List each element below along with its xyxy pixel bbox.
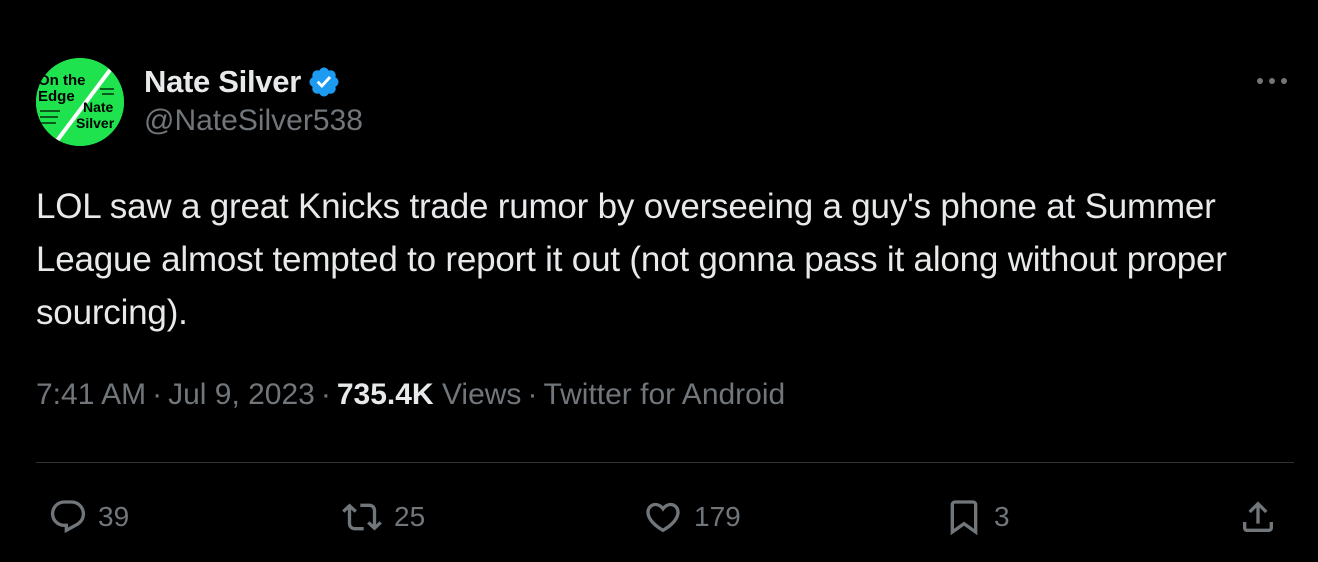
like-count: 179 bbox=[694, 501, 741, 532]
like-button[interactable]: 179 bbox=[642, 496, 741, 538]
avatar-text-on-the: On the bbox=[38, 72, 86, 89]
views-count[interactable]: 735.4K bbox=[337, 378, 434, 411]
meta-separator: · bbox=[152, 378, 163, 411]
reply-count: 39 bbox=[98, 501, 130, 532]
reply-icon bbox=[48, 497, 88, 537]
avatar-text-nate: Nate bbox=[83, 99, 114, 115]
avatar-text-edge: Edge bbox=[38, 88, 75, 105]
bookmark-count: 3 bbox=[994, 501, 1010, 532]
user-handle[interactable]: @NateSilver538 bbox=[144, 104, 363, 138]
display-name[interactable]: Nate Silver bbox=[144, 64, 301, 100]
views-label: Views bbox=[441, 378, 522, 411]
tweet-date[interactable]: Jul 9, 2023 bbox=[168, 378, 315, 411]
verified-badge-icon[interactable] bbox=[307, 65, 341, 99]
tweet-source[interactable]: Twitter for Android bbox=[543, 378, 785, 411]
tweet-time[interactable]: 7:41 AM bbox=[36, 378, 146, 411]
meta-separator: · bbox=[320, 378, 331, 411]
avatar-book-cover-icon: On the Edge Nate Silver bbox=[36, 58, 124, 146]
tweet-text: LOL saw a great Knicks trade rumor by ov… bbox=[36, 187, 1227, 332]
retweet-icon bbox=[340, 497, 384, 537]
share-button[interactable] bbox=[1238, 496, 1278, 538]
divider bbox=[36, 462, 1294, 463]
name-row: Nate Silver bbox=[144, 62, 363, 102]
meta-separator: · bbox=[527, 378, 538, 411]
avatar-text-silver: Silver bbox=[76, 115, 115, 131]
share-icon bbox=[1238, 497, 1278, 537]
reply-button[interactable]: 39 bbox=[48, 496, 129, 538]
retweet-button[interactable]: 25 bbox=[340, 496, 425, 538]
retweet-count: 25 bbox=[394, 501, 426, 532]
heart-icon bbox=[642, 497, 684, 537]
more-horizontal-icon[interactable] bbox=[1250, 66, 1294, 96]
author-block: Nate Silver @NateSilver538 bbox=[144, 62, 363, 138]
tweet-card: On the Edge Nate Silver Nate Silver @Nat… bbox=[0, 0, 1318, 562]
bookmark-icon bbox=[944, 496, 984, 538]
tweet-meta: 7:41 AM · Jul 9, 2023 · 735.4K Views · Twitter… bbox=[36, 378, 785, 412]
avatar[interactable]: On the Edge Nate Silver bbox=[36, 58, 124, 146]
bookmark-button[interactable]: 3 bbox=[944, 496, 1010, 538]
